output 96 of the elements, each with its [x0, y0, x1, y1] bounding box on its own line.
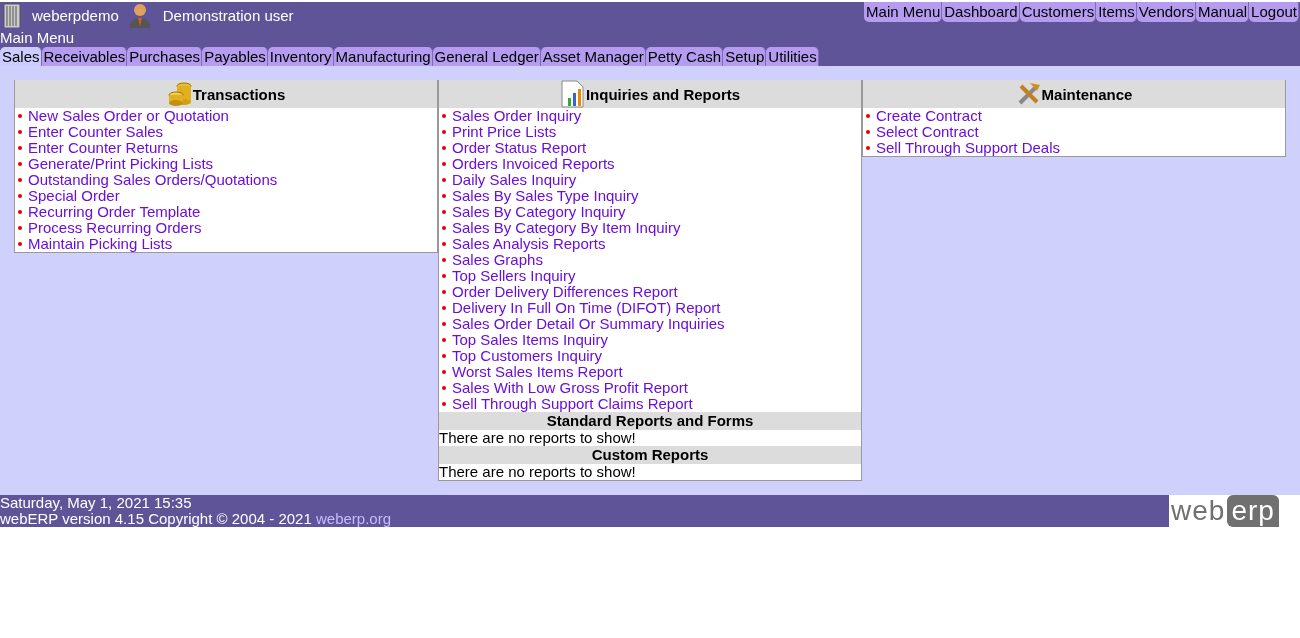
menu-link[interactable]: Generate/Print Picking Lists: [28, 156, 214, 172]
menu-link[interactable]: Sales Order Detail Or Summary Inquiries: [452, 316, 725, 332]
bullet-icon: [18, 194, 22, 198]
bullet-icon: [442, 402, 446, 406]
bullet-icon: [442, 354, 446, 358]
menu-link[interactable]: Order Delivery Differences Report: [452, 284, 678, 300]
quick-link[interactable]: Dashboard: [942, 2, 1020, 22]
bullet-icon: [442, 258, 446, 262]
module-tab[interactable]: Asset Manager: [540, 47, 646, 66]
bullet-icon: [442, 194, 446, 198]
subsection-header: Standard Reports and Forms: [439, 412, 861, 430]
menu-link[interactable]: Top Sales Items Inquiry: [452, 332, 608, 348]
empty-note: There are no reports to show!: [439, 430, 637, 446]
menu-link[interactable]: Top Customers Inquiry: [452, 348, 603, 364]
menu-link[interactable]: Outstanding Sales Orders/Quotations: [28, 172, 278, 188]
quick-link[interactable]: Manual: [1195, 2, 1250, 22]
module-tab[interactable]: Utilities: [766, 47, 819, 66]
menu-link[interactable]: Sales With Low Gross Profit Report: [452, 380, 688, 396]
website-link[interactable]: weberp.org: [315, 510, 391, 527]
module-tab[interactable]: Inventory: [267, 47, 334, 66]
menu-link[interactable]: Delivery In Full On Time (DIFOT) Report: [452, 300, 721, 316]
menu-link[interactable]: Worst Sales Items Report: [452, 364, 623, 380]
quick-link[interactable]: Customers: [1019, 2, 1097, 22]
menu-link[interactable]: Sales By Category Inquiry: [452, 204, 626, 220]
module-tab[interactable]: Manufacturing: [333, 47, 433, 66]
bullet-icon: [442, 178, 446, 182]
bullet-icon: [442, 226, 446, 230]
menu-link[interactable]: New Sales Order or Quotation: [28, 108, 229, 124]
menu-link[interactable]: Sales Analysis Reports: [452, 236, 606, 252]
bullet-icon: [18, 242, 22, 246]
module-tab[interactable]: Petty Cash: [645, 47, 724, 66]
module-tab[interactable]: General Ledger: [432, 47, 541, 66]
menu-link[interactable]: Order Status Report: [452, 140, 587, 156]
module-tab[interactable]: Purchases: [127, 47, 203, 66]
bullet-icon: [18, 146, 22, 150]
panel-title: Maintenance: [1041, 85, 1133, 103]
bullet-icon: [866, 146, 870, 150]
module-tab[interactable]: Setup: [723, 47, 767, 66]
menu-link[interactable]: Enter Counter Sales: [28, 124, 164, 140]
bullet-icon: [18, 226, 22, 230]
bullet-icon: [442, 306, 446, 310]
panel-title: Inquiries and Reports: [585, 85, 741, 103]
menu-link[interactable]: Enter Counter Returns: [28, 140, 179, 156]
weberp-logo: web erp: [1169, 495, 1300, 527]
subsection-header: Custom Reports: [439, 446, 861, 464]
page-title: Main Menu: [0, 30, 76, 46]
menu-link[interactable]: Sell Through Support Deals: [876, 140, 1060, 156]
menu-link[interactable]: Top Sellers Inquiry: [452, 268, 576, 284]
bullet-icon: [442, 338, 446, 342]
bullet-icon: [18, 178, 22, 182]
menu-link[interactable]: Daily Sales Inquiry: [452, 172, 577, 188]
bullet-icon: [442, 290, 446, 294]
menu-link[interactable]: Print Price Lists: [452, 124, 557, 140]
bullet-icon: [442, 322, 446, 326]
bullet-icon: [18, 114, 22, 118]
bullet-icon: [442, 370, 446, 374]
menu-link[interactable]: Recurring Order Template: [28, 204, 201, 220]
bullet-icon: [442, 162, 446, 166]
panel-title: Transactions: [192, 85, 286, 103]
menu-link[interactable]: Sales By Sales Type Inquiry: [452, 188, 639, 204]
date-time: Saturday, May 1, 2021 15:35: [0, 495, 193, 511]
bullet-icon: [18, 130, 22, 134]
module-tab[interactable]: Receivables: [41, 47, 128, 66]
company-name: weberpdemo: [32, 6, 119, 24]
bullet-icon: [442, 386, 446, 390]
module-tab[interactable]: Payables: [202, 47, 268, 66]
menu-link[interactable]: Sell Through Support Claims Report: [452, 396, 693, 412]
bullet-icon: [442, 210, 446, 214]
menu-link[interactable]: Create Contract: [876, 108, 982, 124]
quick-link[interactable]: Items: [1096, 2, 1137, 22]
bullet-icon: [866, 130, 870, 134]
menu-link[interactable]: Orders Invoiced Reports: [452, 156, 615, 172]
coins-icon: [166, 81, 193, 107]
quick-link[interactable]: Main Menu: [864, 2, 943, 22]
bullet-icon: [18, 162, 22, 166]
quick-link[interactable]: Logout: [1249, 2, 1299, 22]
bullet-icon: [442, 114, 446, 118]
bullet-icon: [442, 274, 446, 278]
user-name: Demonstration user: [162, 6, 294, 24]
menu-link[interactable]: Sales Graphs: [452, 252, 543, 268]
module-tab[interactable]: Sales: [0, 47, 42, 66]
menu-link[interactable]: Select Contract: [876, 124, 979, 140]
quick-link[interactable]: Vendors: [1136, 2, 1196, 22]
bullet-icon: [442, 146, 446, 150]
bullet-icon: [866, 114, 870, 118]
menu-link[interactable]: Process Recurring Orders: [28, 220, 202, 236]
bullet-icon: [442, 242, 446, 246]
building-icon: [2, 2, 22, 28]
menu-link[interactable]: Special Order: [28, 188, 120, 204]
copyright-text: webERP version 4.15 Copyright © 2004 - 2021: [0, 510, 312, 527]
bullet-icon: [18, 210, 22, 214]
menu-link[interactable]: Sales By Category By Item Inquiry: [452, 220, 681, 236]
menu-link[interactable]: Maintain Picking Lists: [28, 236, 173, 252]
menu-link[interactable]: Sales Order Inquiry: [452, 108, 582, 124]
bullet-icon: [442, 130, 446, 134]
empty-note: There are no reports to show!: [439, 464, 637, 480]
